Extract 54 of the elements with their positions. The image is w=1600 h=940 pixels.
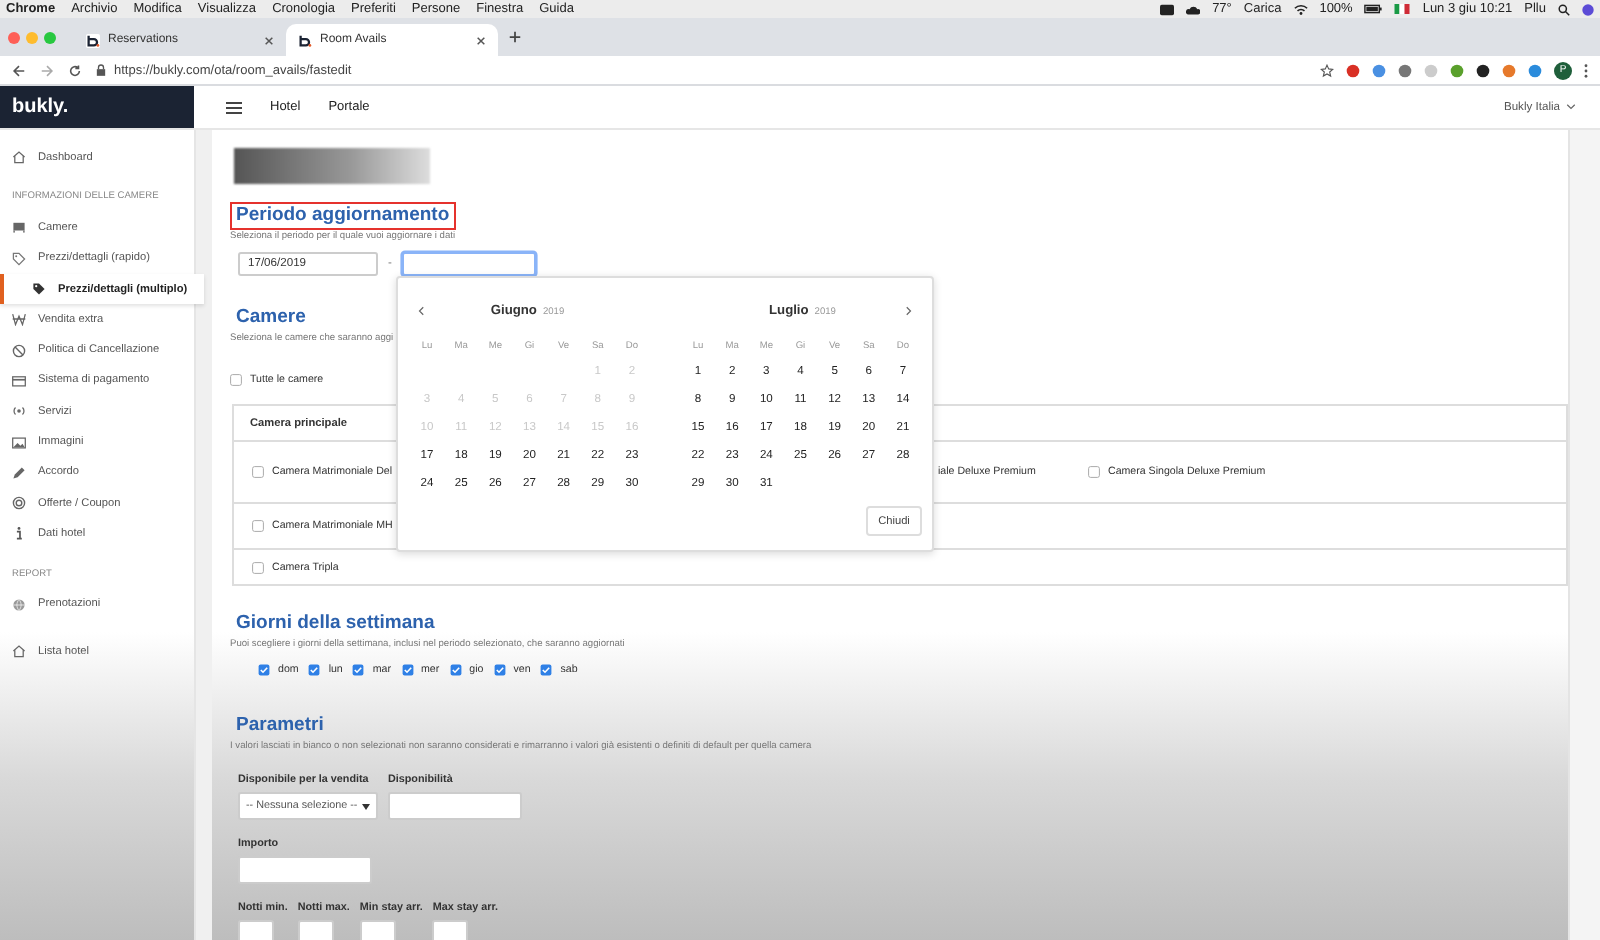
input-field[interactable] [432, 920, 469, 940]
close-icon[interactable] [264, 35, 274, 45]
section-title: Giorni della settimana [234, 610, 437, 638]
input-field[interactable] [238, 920, 274, 940]
image-icon [12, 435, 26, 450]
chevron-left-icon[interactable] [418, 305, 424, 315]
battery-icon[interactable] [1364, 4, 1383, 14]
globe-icon [12, 597, 26, 612]
close-icon[interactable] [476, 35, 486, 45]
tag-icon [32, 282, 46, 297]
bed-icon [12, 220, 26, 235]
input-field[interactable] [359, 920, 396, 940]
reload-icon[interactable] [68, 63, 82, 77]
forward-icon[interactable] [40, 63, 54, 77]
checkbox[interactable] [230, 374, 242, 386]
site-logo-icon [298, 33, 312, 47]
checkbox[interactable] [252, 466, 264, 478]
info-icon [12, 526, 26, 541]
checkbox[interactable] [1088, 466, 1100, 478]
menu-icon[interactable] [226, 101, 242, 113]
pen-icon [12, 465, 26, 480]
plus-icon[interactable] [508, 30, 522, 44]
flag-icon [1394, 4, 1411, 14]
checkbox[interactable] [252, 520, 264, 532]
tag-icon [12, 251, 26, 266]
siri-icon[interactable] [1582, 3, 1594, 15]
star-icon[interactable] [1320, 63, 1334, 77]
ban-icon [12, 343, 26, 358]
badge-icon [12, 496, 26, 511]
checkbox[interactable] [252, 561, 264, 573]
input-field[interactable] [297, 920, 334, 940]
caret-icon [362, 803, 370, 809]
input-field[interactable] [238, 856, 372, 884]
credit-card-icon [12, 373, 26, 388]
currency-icon [12, 312, 26, 327]
section-title: Parametri [234, 712, 326, 740]
brand-logo[interactable]: bukly. [0, 86, 194, 128]
date-field[interactable] [401, 252, 536, 276]
input-field[interactable] [388, 792, 522, 820]
home-icon [12, 644, 26, 658]
section-title: Camere [234, 304, 308, 332]
chevron-right-icon[interactable] [905, 305, 912, 315]
cloud-icon[interactable] [1186, 3, 1201, 15]
section-title: Periodo aggiornamento [230, 202, 456, 230]
site-logo-icon [86, 33, 100, 47]
status-icon[interactable] [1160, 3, 1175, 15]
wifi-icon[interactable] [1293, 3, 1308, 15]
lock-icon [96, 64, 106, 76]
scrollbar[interactable] [1568, 130, 1600, 940]
home-icon [12, 150, 26, 165]
search-icon[interactable] [1558, 3, 1570, 15]
back-icon[interactable] [12, 63, 26, 77]
broadcast-icon [12, 404, 26, 419]
caret-icon[interactable] [1566, 104, 1576, 110]
